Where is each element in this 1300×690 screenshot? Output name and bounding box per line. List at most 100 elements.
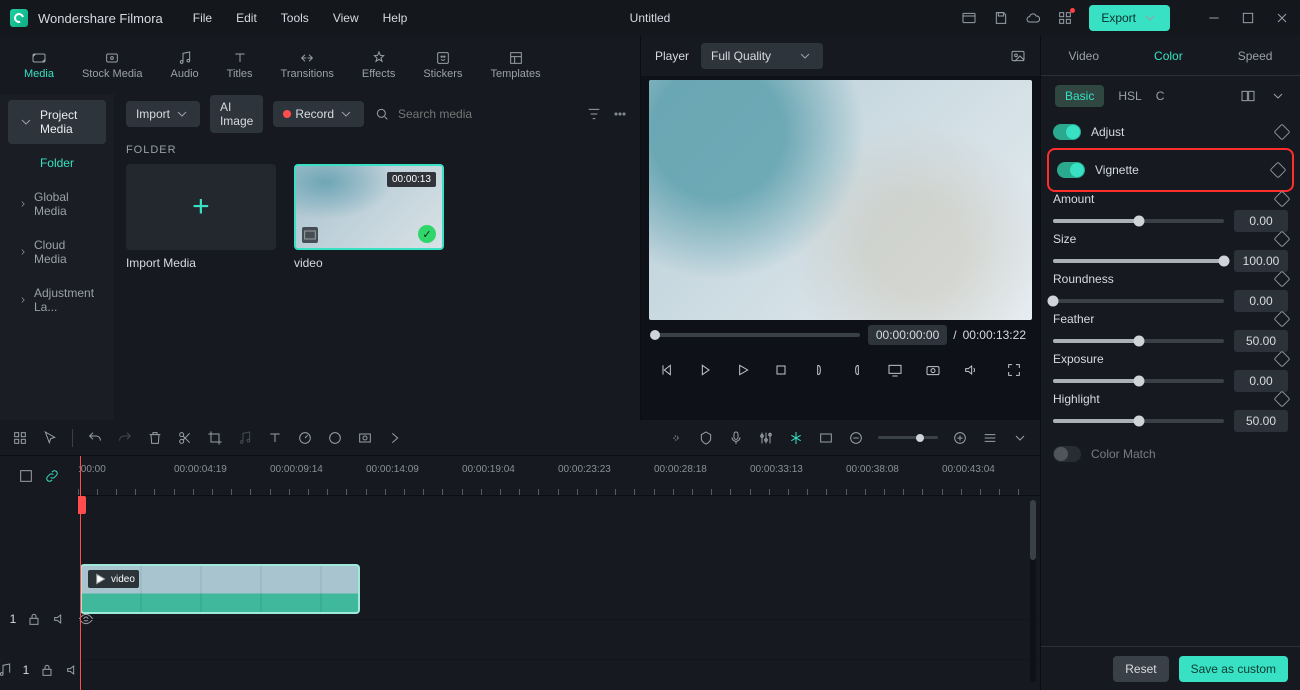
chevron-down-icon[interactable]: [1270, 88, 1286, 104]
close-icon[interactable]: [1274, 10, 1290, 26]
keyframe-icon[interactable]: [1274, 351, 1291, 368]
player-tab[interactable]: Player: [655, 49, 689, 63]
mic-icon[interactable]: [728, 430, 744, 446]
split-icon[interactable]: [177, 430, 193, 446]
adjust-toggle[interactable]: [1053, 124, 1081, 140]
subtab-basic[interactable]: Basic: [1055, 85, 1104, 107]
roundness-slider[interactable]: [1053, 299, 1224, 303]
track-manager-icon[interactable]: [18, 468, 34, 484]
mark-in-icon[interactable]: [811, 362, 827, 378]
feather-slider[interactable]: [1053, 339, 1224, 343]
highlight-slider[interactable]: [1053, 419, 1224, 423]
filter-icon[interactable]: [586, 106, 602, 122]
asset-tab-titles[interactable]: Titles: [227, 50, 253, 80]
sidebar-item-global-media[interactable]: Global Media: [8, 182, 106, 226]
color-icon[interactable]: [327, 430, 343, 446]
asset-tab-media[interactable]: Media: [24, 50, 54, 80]
delete-icon[interactable]: [147, 430, 163, 446]
tl-modules-icon[interactable]: [12, 430, 28, 446]
tab-video[interactable]: Video: [1061, 45, 1107, 67]
prev-frame-icon[interactable]: [659, 362, 675, 378]
camera-icon[interactable]: [925, 362, 941, 378]
preview-viewport[interactable]: [649, 80, 1032, 320]
apps-icon[interactable]: [1057, 10, 1073, 26]
export-button[interactable]: Export: [1089, 5, 1170, 31]
mask-icon[interactable]: [357, 430, 373, 446]
undo-icon[interactable]: [87, 430, 103, 446]
asset-tab-audio[interactable]: Audio: [171, 50, 199, 80]
scrub-track[interactable]: [655, 333, 860, 337]
size-slider[interactable]: [1053, 259, 1224, 263]
keyframe-icon[interactable]: [1274, 124, 1291, 141]
video-track[interactable]: video: [78, 558, 1040, 620]
sidebar-item-folder[interactable]: Folder: [8, 148, 106, 178]
audio-track[interactable]: [78, 620, 1040, 660]
media-clip-tile[interactable]: 00:00:13 ✓ video: [294, 164, 444, 270]
play-icon[interactable]: [735, 362, 751, 378]
feather-value[interactable]: 50.00: [1234, 330, 1288, 352]
asset-tab-transitions[interactable]: Transitions: [281, 50, 334, 80]
amount-value[interactable]: 0.00: [1234, 210, 1288, 232]
highlight-value[interactable]: 50.00: [1234, 410, 1288, 432]
menu-view[interactable]: View: [333, 11, 359, 25]
maximize-icon[interactable]: [1240, 10, 1256, 26]
save-custom-button[interactable]: Save as custom: [1179, 656, 1288, 682]
subtab-curves[interactable]: C: [1156, 89, 1165, 103]
asset-tab-stock-media[interactable]: Stock Media: [82, 50, 143, 80]
tl-pointer-icon[interactable]: [42, 430, 58, 446]
scrub-handle[interactable]: [650, 330, 660, 340]
keyframe-icon[interactable]: [1274, 271, 1291, 288]
marker-icon[interactable]: [698, 430, 714, 446]
link-icon[interactable]: [44, 468, 60, 484]
zoom-slider[interactable]: [878, 436, 938, 439]
import-media-tile[interactable]: + Import Media: [126, 164, 276, 270]
speed-icon[interactable]: [297, 430, 313, 446]
timeline-ruler[interactable]: :00:0000:00:04:1900:00:09:1400:00:14:090…: [78, 456, 1040, 496]
amount-slider[interactable]: [1053, 219, 1224, 223]
subtab-hsl[interactable]: HSL: [1118, 89, 1141, 103]
minimize-icon[interactable]: [1206, 10, 1222, 26]
color-match-toggle[interactable]: [1053, 446, 1081, 462]
render-icon[interactable]: [818, 430, 834, 446]
keyframe-icon[interactable]: [1274, 231, 1291, 248]
lock-icon[interactable]: [39, 662, 55, 678]
tab-color[interactable]: Color: [1146, 45, 1191, 67]
tab-speed[interactable]: Speed: [1230, 45, 1281, 67]
redo-icon[interactable]: [117, 430, 133, 446]
snapshot-icon[interactable]: [1010, 48, 1026, 64]
timeline-tracks[interactable]: :00:0000:00:04:1900:00:09:1400:00:14:090…: [78, 456, 1040, 690]
vignette-toggle[interactable]: [1057, 162, 1085, 178]
sidebar-item-project-media[interactable]: Project Media: [8, 100, 106, 144]
play-loop-icon[interactable]: [697, 362, 713, 378]
lock-icon[interactable]: [26, 611, 42, 627]
timeline-clip[interactable]: video: [80, 564, 360, 614]
display-icon[interactable]: [887, 362, 903, 378]
keyframe-icon[interactable]: [1270, 162, 1287, 179]
more-tools-icon[interactable]: [387, 430, 403, 446]
import-button[interactable]: Import: [126, 101, 200, 127]
asset-tab-templates[interactable]: Templates: [490, 50, 540, 80]
playhead[interactable]: [80, 456, 81, 690]
asset-tab-effects[interactable]: Effects: [362, 50, 395, 80]
search-input[interactable]: [396, 106, 576, 122]
menu-file[interactable]: File: [193, 11, 212, 25]
save-icon[interactable]: [993, 10, 1009, 26]
keyframe-icon[interactable]: [1274, 391, 1291, 408]
fullscreen-icon[interactable]: [1006, 362, 1022, 378]
ai-cut-icon[interactable]: [788, 430, 804, 446]
mixer-icon[interactable]: [758, 430, 774, 446]
sidebar-item-adjustment-layers[interactable]: Adjustment La...: [8, 278, 106, 322]
mark-out-icon[interactable]: [849, 362, 865, 378]
menu-edit[interactable]: Edit: [236, 11, 257, 25]
compare-icon[interactable]: [1240, 88, 1256, 104]
sidebar-item-cloud-media[interactable]: Cloud Media: [8, 230, 106, 274]
crop-icon[interactable]: [207, 430, 223, 446]
menu-help[interactable]: Help: [383, 11, 408, 25]
exposure-value[interactable]: 0.00: [1234, 370, 1288, 392]
timeline-scrollbar[interactable]: [1030, 500, 1036, 682]
zoom-out-icon[interactable]: [848, 430, 864, 446]
reset-button[interactable]: Reset: [1113, 656, 1168, 682]
tracks-view-icon[interactable]: [982, 430, 998, 446]
mute-icon[interactable]: [52, 611, 68, 627]
text-icon[interactable]: [267, 430, 283, 446]
